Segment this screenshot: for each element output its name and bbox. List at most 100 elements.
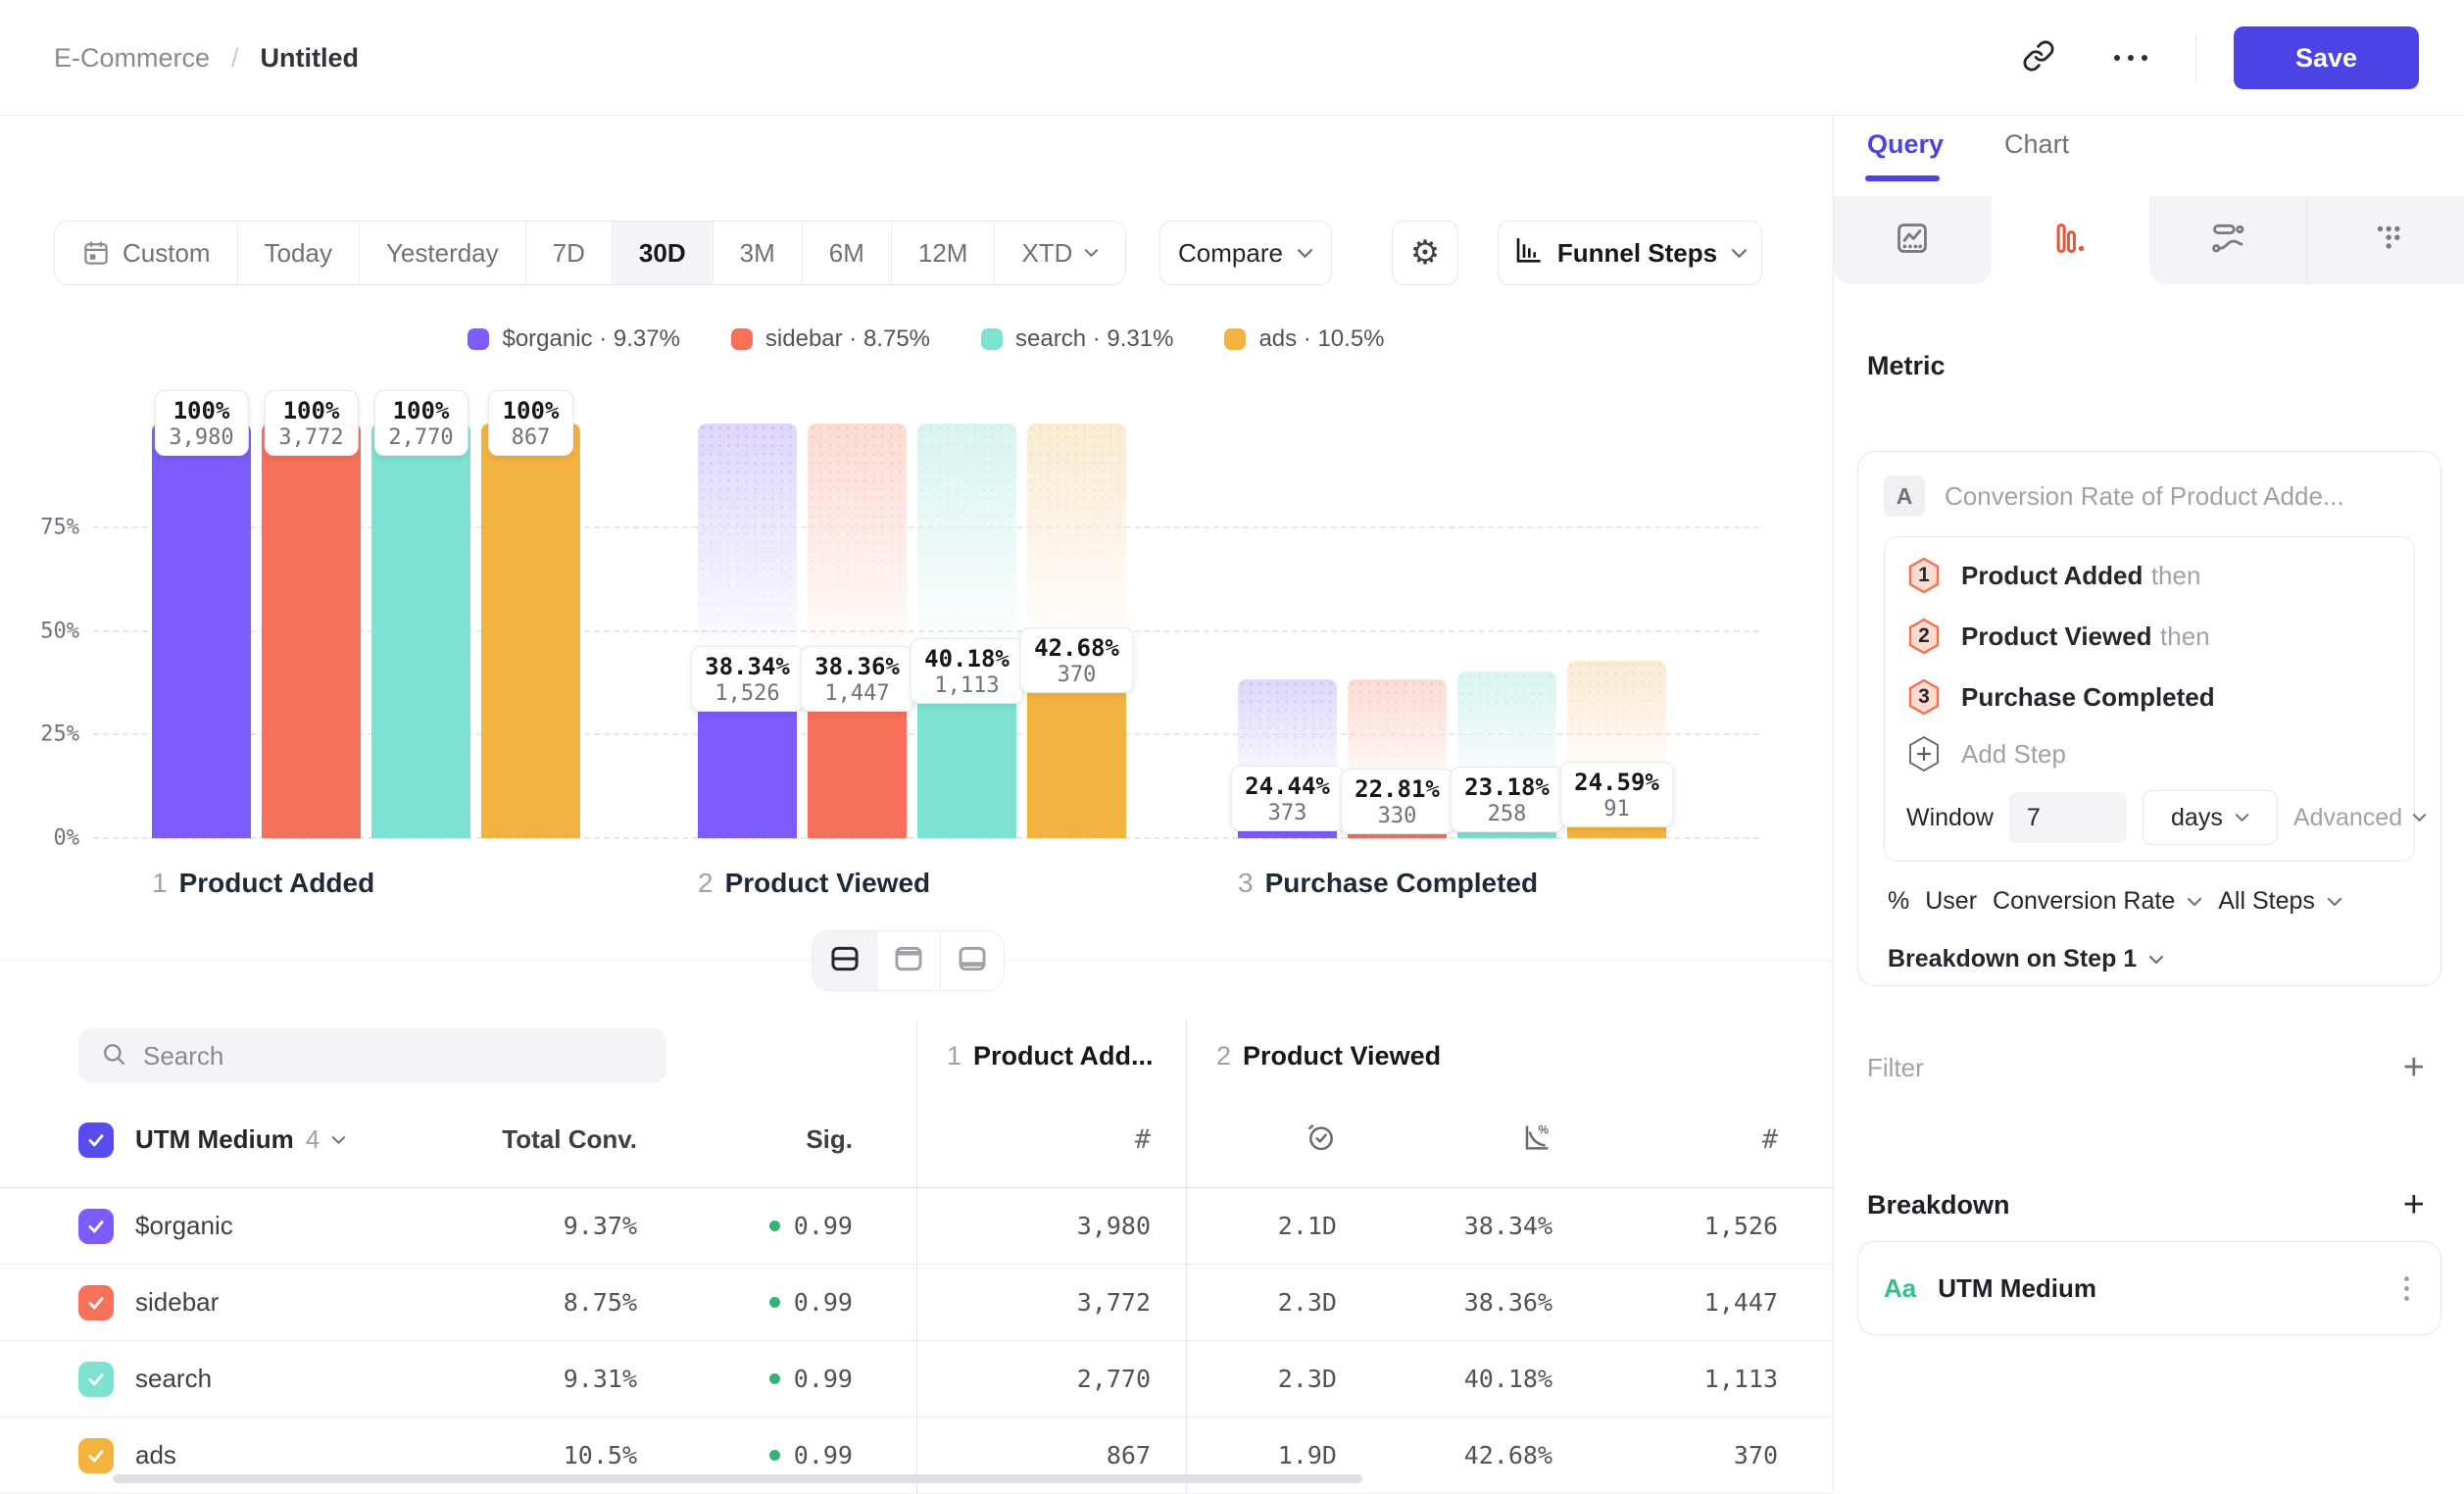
chart-type-tab-grid-dots[interactable] (2306, 196, 2464, 284)
add-step-button[interactable]: Add Step (1885, 727, 2414, 780)
chart-type-tab-flow[interactable] (2149, 196, 2307, 284)
step1-count-column-header[interactable]: # (916, 1092, 1186, 1187)
breakdown-on-step-select[interactable]: Breakdown on Step 1 (1888, 945, 2411, 973)
row-checkbox[interactable] (78, 1209, 114, 1244)
legend-item-search[interactable]: search · 9.31% (981, 325, 1173, 353)
table-title-row: 1 Product Add... 2 Product Viewed (0, 1020, 1834, 1092)
step1-count-value: 3,980 (1077, 1212, 1151, 1240)
measure-metric-select[interactable]: Conversion Rate (1993, 887, 2175, 916)
group-by-column-header[interactable]: UTM Medium 4 (135, 1124, 346, 1155)
date-range-yesterday[interactable]: Yesterday (359, 222, 525, 284)
date-range-7d[interactable]: 7D (525, 222, 612, 284)
bar-ghost-sidebar-step2 (808, 423, 907, 679)
calendar-icon (81, 238, 111, 268)
legend-item-sidebar[interactable]: sidebar · 8.75% (731, 325, 930, 353)
tab-query[interactable]: Query (1867, 129, 1944, 175)
date-range-today[interactable]: Today (237, 222, 359, 284)
date-range-30d[interactable]: 30D (612, 222, 713, 284)
legend-item-organic[interactable]: $organic · 9.37% (468, 325, 679, 353)
table-row-organic[interactable]: $organic 9.37% 0.99 3,980 2.1D 38.34% 1,… (0, 1188, 1834, 1265)
breadcrumb-current[interactable]: Untitled (261, 43, 360, 74)
sig-dot-icon (769, 1450, 780, 1461)
series-title: Conversion Rate of Product Adde... (1945, 481, 2344, 512)
step2-count-value: 1,447 (1704, 1288, 1778, 1317)
step-number-hexagon: 3 (1906, 677, 1942, 717)
date-range-xtd[interactable]: XTD (994, 222, 1125, 284)
bar-value-label-organic-step3: 24.44%373 (1230, 766, 1345, 831)
total-conv-value: 8.75% (480, 1288, 637, 1317)
compare-button[interactable]: Compare (1159, 221, 1332, 285)
more-options-button[interactable] (2103, 30, 2158, 85)
tab-chart[interactable]: Chart (2004, 129, 2069, 175)
select-all-checkbox[interactable] (78, 1122, 114, 1158)
report-canvas: CustomTodayYesterday7D30D3M6M12MXTD Comp… (0, 116, 1834, 1490)
avg-time-value: 2.1D (1278, 1212, 1337, 1240)
date-range-custom[interactable]: Custom (55, 222, 237, 284)
measure-scope-select[interactable]: All Steps (2218, 887, 2315, 916)
row-checkbox[interactable] (78, 1362, 114, 1397)
window-unit-select[interactable]: days (2143, 790, 2278, 845)
step1-count-value: 2,770 (1077, 1365, 1151, 1393)
text-property-icon: Aa (1884, 1273, 1916, 1304)
avg-time-value: 2.3D (1278, 1365, 1337, 1393)
chart-type-tab-funnel-bars[interactable] (1992, 196, 2149, 284)
breakdown-item[interactable]: Aa UTM Medium (1857, 1241, 2441, 1335)
chevron-down-icon (2412, 813, 2427, 822)
horizontal-scrollbar[interactable] (113, 1474, 1362, 1483)
table-header-row: UTM Medium 4 Total Conv. Sig. # % (0, 1092, 1834, 1188)
funnel-step-1[interactable]: 1Product Added then (1885, 545, 2414, 606)
query-panel: Query Chart Metric A Conversion Rate of … (1834, 116, 2464, 1490)
share-link-button[interactable] (2011, 30, 2066, 85)
bar-sidebar-step1[interactable] (262, 423, 361, 838)
y-axis-tick: 75% (17, 515, 79, 539)
chevron-down-icon (2187, 897, 2202, 907)
sig-column-header[interactable]: Sig. (637, 1124, 853, 1155)
row-checkbox[interactable] (78, 1438, 114, 1473)
chart-type-tab-line-chart[interactable] (1834, 196, 1992, 284)
measure-entity[interactable]: User (1925, 887, 1977, 916)
row-name: ads (135, 1440, 176, 1470)
add-breakdown-button[interactable]: + (2403, 1186, 2425, 1223)
chart-view-selector[interactable]: Funnel Steps (1498, 221, 1762, 285)
funnel-step-3[interactable]: 3Purchase Completed (1885, 667, 2414, 727)
step-axis-label-2: 2Product Viewed (698, 868, 930, 899)
search-input[interactable] (143, 1041, 645, 1071)
legend-item-ads[interactable]: ads · 10.5% (1224, 325, 1384, 353)
view-toggle-split-view[interactable] (813, 931, 876, 990)
table-row-sidebar[interactable]: sidebar 8.75% 0.99 3,772 2.3D 38.36% 1,4… (0, 1265, 1834, 1341)
date-range-12m[interactable]: 12M (891, 222, 995, 284)
breakdown-table: 1 Product Add... 2 Product Viewed (0, 1020, 1834, 1494)
breadcrumb-parent[interactable]: E-Commerce (54, 43, 210, 74)
funnel-chart: 0%25%50%75%100%3,980100%3,772100%2,77010… (0, 361, 1834, 939)
breakdown-item-menu[interactable] (2398, 1270, 2415, 1307)
filter-heading: Filter (1867, 1053, 1924, 1083)
bar-ghost-ads-step2 (1027, 423, 1126, 661)
step-number-hexagon: 2 (1906, 617, 1942, 656)
step2-conversion-column-header[interactable]: % (1372, 1092, 1588, 1187)
bar-search-step1[interactable] (371, 423, 470, 838)
step2-count-column-header[interactable]: # (1588, 1092, 1813, 1187)
legend-swatch (468, 328, 489, 350)
advanced-toggle[interactable]: Advanced (2293, 804, 2427, 832)
filter-section-header: Filter + (1867, 1049, 2425, 1086)
window-value-input[interactable] (2009, 792, 2127, 843)
bar-organic-step1[interactable] (152, 423, 251, 838)
line-chart-icon (1894, 220, 1931, 262)
date-range-3m[interactable]: 3M (713, 222, 802, 284)
total-conv-column-header[interactable]: Total Conv. (480, 1124, 637, 1155)
date-range-6m[interactable]: 6M (802, 222, 891, 284)
hexagon-plus-icon (1906, 734, 1942, 773)
metric-series-row[interactable]: A Conversion Rate of Product Adde... (1884, 475, 2415, 517)
add-filter-button[interactable]: + (2403, 1049, 2425, 1086)
chart-settings-button[interactable]: ⚙ (1392, 221, 1458, 285)
step2-avgtime-column-header[interactable] (1186, 1092, 1372, 1187)
funnel-step-2[interactable]: 2Product Viewed then (1885, 606, 2414, 667)
view-toggle-table-only[interactable] (940, 931, 1004, 990)
table-search[interactable] (78, 1028, 666, 1083)
topbar-divider (2195, 33, 2197, 82)
save-button[interactable]: Save (2234, 26, 2419, 89)
table-row-search[interactable]: search 9.31% 0.99 2,770 2.3D 40.18% 1,11… (0, 1341, 1834, 1418)
view-toggle-chart-only[interactable] (876, 931, 940, 990)
bar-ads-step1[interactable] (481, 423, 580, 838)
row-checkbox[interactable] (78, 1285, 114, 1320)
